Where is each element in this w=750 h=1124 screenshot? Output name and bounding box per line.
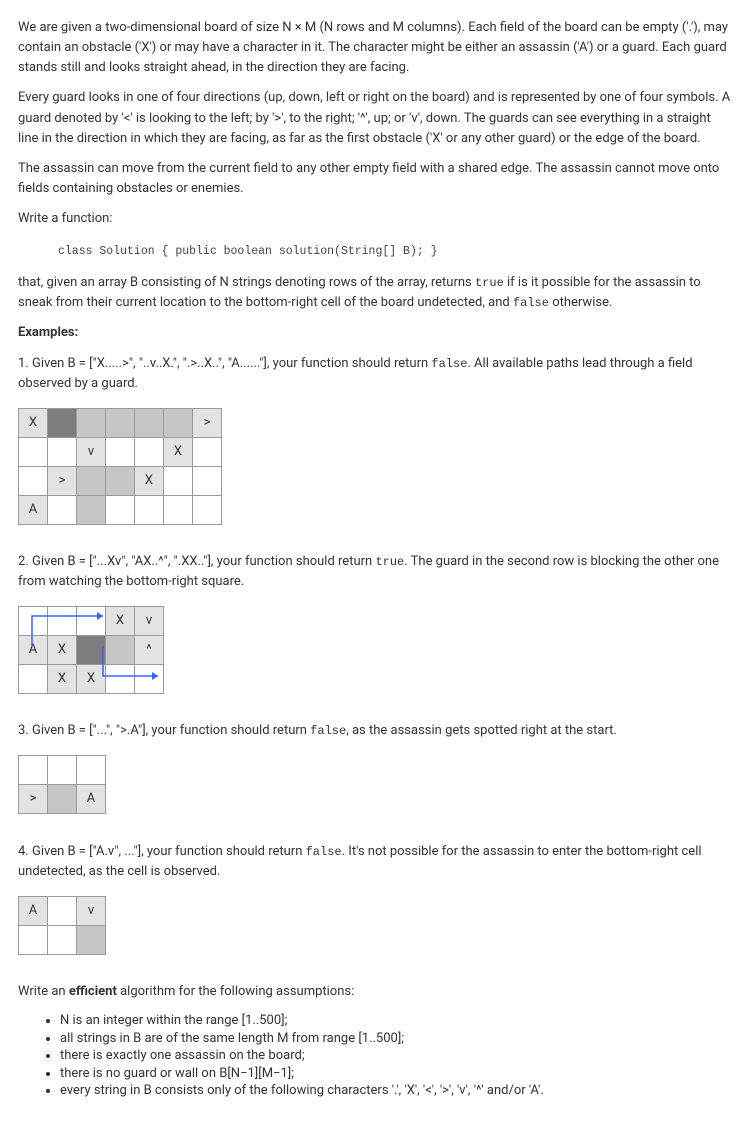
example-1-board-wrap: X>vX>XA	[18, 404, 222, 539]
board-cell	[106, 636, 135, 665]
example-1-board: X>vX>XA	[18, 408, 222, 525]
board-cell	[106, 408, 135, 437]
board-cell	[135, 437, 164, 466]
board-cell	[19, 437, 48, 466]
example-4-board: Av	[18, 896, 106, 955]
assumption-item: there is no guard or wall on B[N−1][M−1]…	[60, 1065, 732, 1083]
example-2-board: XvAX^XX	[18, 606, 164, 694]
board-cell	[106, 437, 135, 466]
board-cell	[135, 495, 164, 524]
example-2-text: 2. Given B = ["...Xv", "AX..^", ".XX.."]…	[18, 552, 732, 592]
write-function-label: Write a function:	[18, 209, 732, 229]
assumption-item: all strings in B are of the same length …	[60, 1030, 732, 1048]
assumption-item: every string in B consists only of the f…	[60, 1082, 732, 1100]
example-4-text: 4. Given B = ["A.v", ..."], your functio…	[18, 842, 732, 882]
assumptions-list: N is an integer within the range [1..500…	[18, 1012, 732, 1100]
board-cell: v	[135, 607, 164, 636]
board-cell: X	[77, 665, 106, 694]
board-cell	[48, 607, 77, 636]
false-literal: false	[513, 296, 549, 310]
task-prefix: that, given an array B consisting of N s…	[18, 275, 475, 290]
board-cell: A	[19, 896, 48, 925]
true-literal: true	[475, 276, 504, 290]
board-cell	[164, 466, 193, 495]
board-cell	[48, 896, 77, 925]
board-cell	[164, 495, 193, 524]
board-cell	[19, 607, 48, 636]
board-cell	[135, 408, 164, 437]
board-cell	[19, 925, 48, 954]
board-cell	[106, 665, 135, 694]
example-4-board-wrap: Av	[18, 892, 106, 969]
board-cell	[193, 437, 222, 466]
examples-title: Examples:	[18, 323, 732, 343]
assumption-item: there is exactly one assassin on the boa…	[60, 1047, 732, 1065]
board-cell	[106, 466, 135, 495]
board-cell	[193, 495, 222, 524]
assumption-item: N is an integer within the range [1..500…	[60, 1012, 732, 1030]
example-3-board-wrap: >A	[18, 751, 106, 828]
example-2-board-wrap: XvAX^XX	[18, 602, 164, 708]
board-cell	[77, 607, 106, 636]
board-cell: ^	[135, 636, 164, 665]
board-cell: X	[19, 408, 48, 437]
example-3-board: >A	[18, 755, 106, 814]
board-cell: X	[164, 437, 193, 466]
board-cell	[77, 636, 106, 665]
board-cell	[77, 756, 106, 785]
intro-paragraph-3: The assassin can move from the current f…	[18, 159, 732, 199]
board-cell	[193, 466, 222, 495]
board-cell	[135, 665, 164, 694]
board-cell	[48, 408, 77, 437]
board-cell	[19, 756, 48, 785]
example-3-text: 3. Given B = ["...", ">.A"], your functi…	[18, 721, 732, 741]
board-cell	[77, 495, 106, 524]
board-cell: X	[48, 636, 77, 665]
board-cell	[77, 408, 106, 437]
task-description: that, given an array B consisting of N s…	[18, 273, 732, 313]
board-cell: X	[135, 466, 164, 495]
board-cell: A	[19, 636, 48, 665]
board-cell: v	[77, 896, 106, 925]
board-cell: A	[77, 785, 106, 814]
board-cell	[106, 495, 135, 524]
board-cell	[77, 925, 106, 954]
board-cell	[77, 466, 106, 495]
board-cell	[48, 437, 77, 466]
board-cell: X	[106, 607, 135, 636]
intro-paragraph-2: Every guard looks in one of four directi…	[18, 88, 732, 148]
example-1-text: 1. Given B = ["X.....>", "..v..X.", ".>.…	[18, 354, 732, 394]
board-cell	[164, 408, 193, 437]
board-cell: >	[19, 785, 48, 814]
efficient-label: Write an efficient algorithm for the fol…	[18, 982, 732, 1002]
board-cell	[19, 665, 48, 694]
board-cell: >	[193, 408, 222, 437]
board-cell	[19, 466, 48, 495]
board-cell	[48, 756, 77, 785]
intro-paragraph-1: We are given a two-dimensional board of …	[18, 18, 732, 78]
function-signature: class Solution { public boolean solution…	[18, 239, 732, 267]
task-suffix: otherwise.	[549, 295, 612, 310]
board-cell: v	[77, 437, 106, 466]
board-cell: >	[48, 466, 77, 495]
board-cell: A	[19, 495, 48, 524]
board-cell	[48, 925, 77, 954]
board-cell	[48, 785, 77, 814]
board-cell: X	[48, 665, 77, 694]
board-cell	[48, 495, 77, 524]
